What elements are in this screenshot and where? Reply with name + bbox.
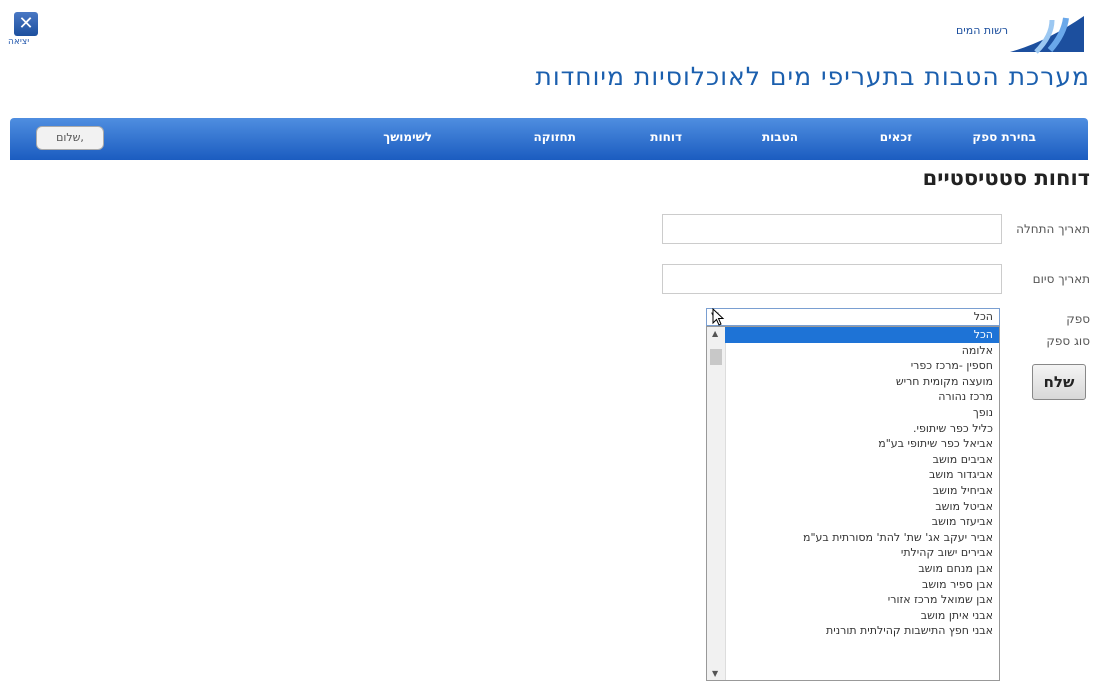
nav-for-use[interactable]: לשימושך	[383, 130, 432, 144]
nav-maintenance[interactable]: תחזוקה	[534, 130, 576, 144]
supplier-option[interactable]: כליל כפר שיתופי.	[725, 421, 999, 437]
greeting-button[interactable]: שלום,	[36, 126, 104, 150]
supplier-label: ספק	[1066, 312, 1090, 326]
submit-button[interactable]: שלח	[1032, 364, 1086, 400]
supplier-type-label: סוג ספק	[1046, 334, 1090, 348]
exit-label: יציאה	[8, 37, 30, 47]
supplier-option[interactable]: אבן מנחם מושב	[725, 561, 999, 577]
dropdown-scrollbar[interactable]: ▲ ▼	[707, 327, 726, 680]
main-nav: בחירת ספק זכאים הטבות דוחות תחזוקה לשימו…	[10, 118, 1088, 160]
app-title: מערכת הטבות בתעריפי מים לאוכלוסיות מיוחד…	[535, 62, 1090, 91]
nav-reports[interactable]: דוחות	[650, 130, 682, 144]
supplier-option[interactable]: אבני חפץ התישבות קהילתית תורנית	[725, 623, 999, 639]
logo-text: רשות המים	[956, 24, 1009, 37]
supplier-option[interactable]: אלומה	[725, 343, 999, 359]
supplier-option[interactable]: מועצה מקומית חריש	[725, 374, 999, 390]
logo: רשות המים	[948, 12, 1088, 58]
supplier-option[interactable]: אביטל מושב	[725, 499, 999, 515]
start-date-input[interactable]	[662, 214, 1002, 244]
scroll-down-icon[interactable]: ▼	[712, 669, 718, 678]
nav-eligible[interactable]: זכאים	[880, 130, 912, 144]
supplier-dropdown-list[interactable]: ▲ ▼ הכל אלומה חספין -מרכז כפרי מועצה מקומית…	[706, 326, 1000, 681]
scrollbar-thumb[interactable]	[710, 349, 722, 365]
water-authority-logo-icon	[1010, 16, 1084, 54]
supplier-option[interactable]: הכל	[725, 327, 999, 343]
page-title: דוחות סטטיסטיים	[922, 166, 1090, 190]
nav-choose-supplier[interactable]: בחירת ספק	[972, 130, 1036, 144]
supplier-select[interactable]: ▼ הכל	[706, 308, 1000, 326]
mouse-cursor-icon	[712, 308, 725, 326]
supplier-option[interactable]: חספין -מרכז כפרי	[725, 358, 999, 374]
start-date-label: תאריך התחלה	[1016, 222, 1090, 236]
options-list: הכל אלומה חספין -מרכז כפרי מועצה מקומית חרי…	[725, 327, 999, 639]
supplier-selected-value: הכל	[973, 310, 993, 323]
supplier-option[interactable]: נופך	[725, 405, 999, 421]
scroll-up-icon[interactable]: ▲	[712, 329, 718, 338]
supplier-option[interactable]: אבן ספיר מושב	[725, 577, 999, 593]
supplier-option[interactable]: אבירים ישוב קהילתי	[725, 545, 999, 561]
supplier-option[interactable]: אביאל כפר שיתופי בע"מ	[725, 436, 999, 452]
supplier-option[interactable]: מרכז נהורה	[725, 389, 999, 405]
supplier-option[interactable]: אביגדור מושב	[725, 467, 999, 483]
end-date-input[interactable]	[662, 264, 1002, 294]
supplier-option[interactable]: אביבים מושב	[725, 452, 999, 468]
supplier-option[interactable]: אביחיל מושב	[725, 483, 999, 499]
end-date-label: תאריך סיום	[1032, 272, 1090, 286]
supplier-option[interactable]: אביר יעקב אג' שת' להת' מסורתית בע"מ	[725, 530, 999, 546]
nav-benefits[interactable]: הטבות	[762, 130, 798, 144]
exit-button[interactable]: ✕ יציאה	[8, 12, 44, 47]
supplier-option[interactable]: אבני איתן מושב	[725, 608, 999, 624]
supplier-option[interactable]: אבן שמואל מרכז אזורי	[725, 592, 999, 608]
close-icon[interactable]: ✕	[14, 12, 38, 36]
supplier-option[interactable]: אביעזר מושב	[725, 514, 999, 530]
